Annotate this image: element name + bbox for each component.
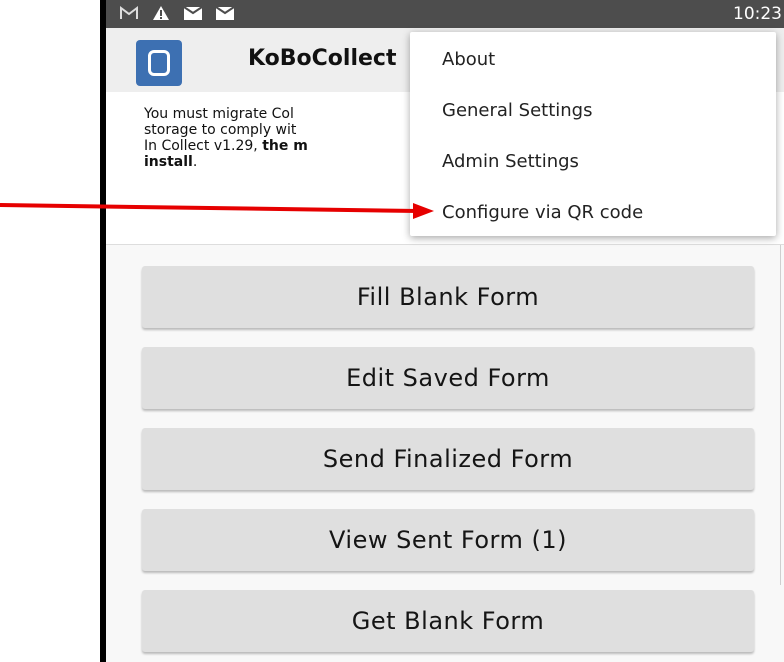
annotation-arrow-icon	[0, 203, 434, 219]
